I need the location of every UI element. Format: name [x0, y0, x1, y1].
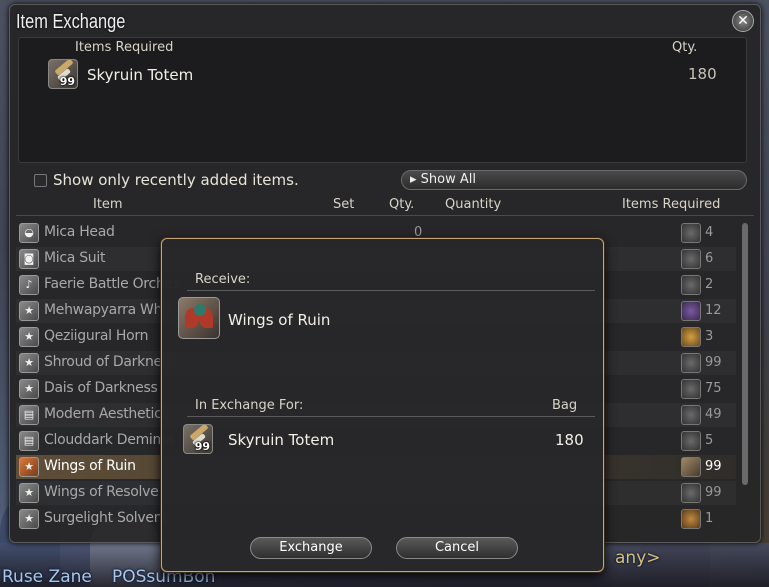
item-required-qty: 12 — [705, 303, 722, 318]
item-stack-badge: 99 — [59, 75, 75, 88]
qty-header: Qty. — [672, 40, 698, 55]
item-name: Wings of Ruin — [44, 458, 136, 474]
dialog-divider — [187, 416, 595, 417]
star-icon: ★ — [19, 509, 39, 529]
exchange-item-qty: 180 — [555, 431, 584, 449]
item-required-qty: 4 — [705, 225, 714, 240]
items-required-panel: Items Required Qty. 99 Skyruin Totem 180 — [18, 37, 747, 163]
currency-icon — [681, 431, 701, 451]
wings-of-ruin-icon[interactable] — [178, 297, 220, 339]
receive-item-name: Wings of Ruin — [228, 311, 331, 329]
window-title: Item Exchange — [16, 11, 126, 33]
music-note-icon: ♪ — [19, 275, 39, 295]
item-name: Clouddark Demima — [44, 432, 175, 448]
item-name: Surgelight Solvent — [44, 510, 168, 526]
item-name: Mica Head — [44, 224, 115, 240]
item-name: Modern Aesthetics - — [44, 406, 178, 422]
exchange-confirm-dialog: Receive: Wings of Ruin In Exchange For: … — [161, 238, 604, 572]
exchange-item-name: Skyruin Totem — [228, 431, 335, 449]
play-arrow-icon: ▸ — [410, 172, 417, 187]
skyruin-totem-icon[interactable]: 99 — [48, 59, 78, 89]
required-item-qty: 180 — [688, 65, 717, 83]
item-name: Mica Suit — [44, 250, 106, 266]
item-required-qty: 6 — [705, 251, 714, 266]
currency-icon — [681, 405, 701, 425]
star-icon: ★ — [19, 353, 39, 373]
item-name: Faerie Battle Orches — [44, 276, 180, 292]
items-required-header: Items Required — [75, 40, 174, 55]
star-icon: ★ — [19, 327, 39, 347]
column-qty: Qty. — [389, 197, 415, 212]
close-crossed-swords-icon[interactable]: ✕ — [732, 10, 754, 32]
item-required-qty: 2 — [705, 277, 714, 292]
item-required-qty: 3 — [705, 329, 714, 344]
currency-icon — [681, 327, 701, 347]
column-item: Item — [93, 197, 123, 212]
required-item-name: Skyruin Totem — [87, 66, 194, 84]
cancel-button[interactable]: Cancel — [396, 537, 518, 559]
star-icon: ★ — [19, 379, 39, 399]
recent-items-checkbox[interactable] — [34, 174, 47, 187]
bag-label: Bag — [552, 398, 578, 413]
recent-items-label: Show only recently added items. — [53, 171, 299, 189]
skyruin-totem-icon[interactable]: 99 — [183, 424, 213, 454]
column-items-required: Items Required — [622, 197, 721, 212]
item-stack-badge: 99 — [194, 440, 210, 453]
item-required-qty: 99 — [705, 355, 722, 370]
currency-icon — [681, 249, 701, 269]
body-gear-icon: ◙ — [19, 249, 39, 269]
dialog-divider — [187, 290, 595, 291]
list-scrollbar[interactable] — [742, 223, 748, 485]
item-name: Qeziigural Horn — [44, 328, 149, 344]
show-all-label: Show All — [420, 172, 476, 187]
currency-icon — [681, 509, 701, 529]
star-icon: ★ — [19, 457, 39, 477]
head-gear-icon: ◒ — [19, 223, 39, 243]
currency-icon — [681, 379, 701, 399]
receive-label: Receive: — [195, 272, 251, 287]
show-all-dropdown[interactable]: ▸ Show All — [401, 170, 747, 190]
item-name: Wings of Resolve — [44, 484, 159, 500]
column-quantity: Quantity — [445, 197, 502, 212]
column-set: Set — [333, 197, 355, 212]
exchange-button[interactable]: Exchange — [250, 537, 372, 559]
skyruin-totem-icon — [681, 457, 701, 477]
in-exchange-for-label: In Exchange For: — [195, 398, 304, 413]
item-required-qty: 49 — [705, 407, 722, 422]
item-required-qty: 99 — [705, 459, 722, 474]
currency-icon — [681, 223, 701, 243]
item-name: Dais of Darkness — [44, 380, 158, 396]
currency-icon — [681, 301, 701, 321]
item-required-qty: 99 — [705, 485, 722, 500]
item-required-qty: 75 — [705, 381, 722, 396]
item-required-qty: 1 — [705, 511, 714, 526]
book-icon: ▤ — [19, 405, 39, 425]
item-required-qty: 5 — [705, 433, 714, 448]
item-name: Shroud of Darkness — [44, 354, 176, 370]
currency-icon — [681, 353, 701, 373]
star-icon: ★ — [19, 301, 39, 321]
background-nameplate-right: any> — [615, 548, 661, 568]
list-divider — [16, 215, 754, 216]
background-nameplate-left: Ruse Zane — [2, 567, 92, 587]
book-icon: ▤ — [19, 431, 39, 451]
item-name: Mehwapyarra Whis — [44, 302, 173, 318]
currency-icon — [681, 275, 701, 295]
star-icon: ★ — [19, 483, 39, 503]
currency-icon — [681, 483, 701, 503]
